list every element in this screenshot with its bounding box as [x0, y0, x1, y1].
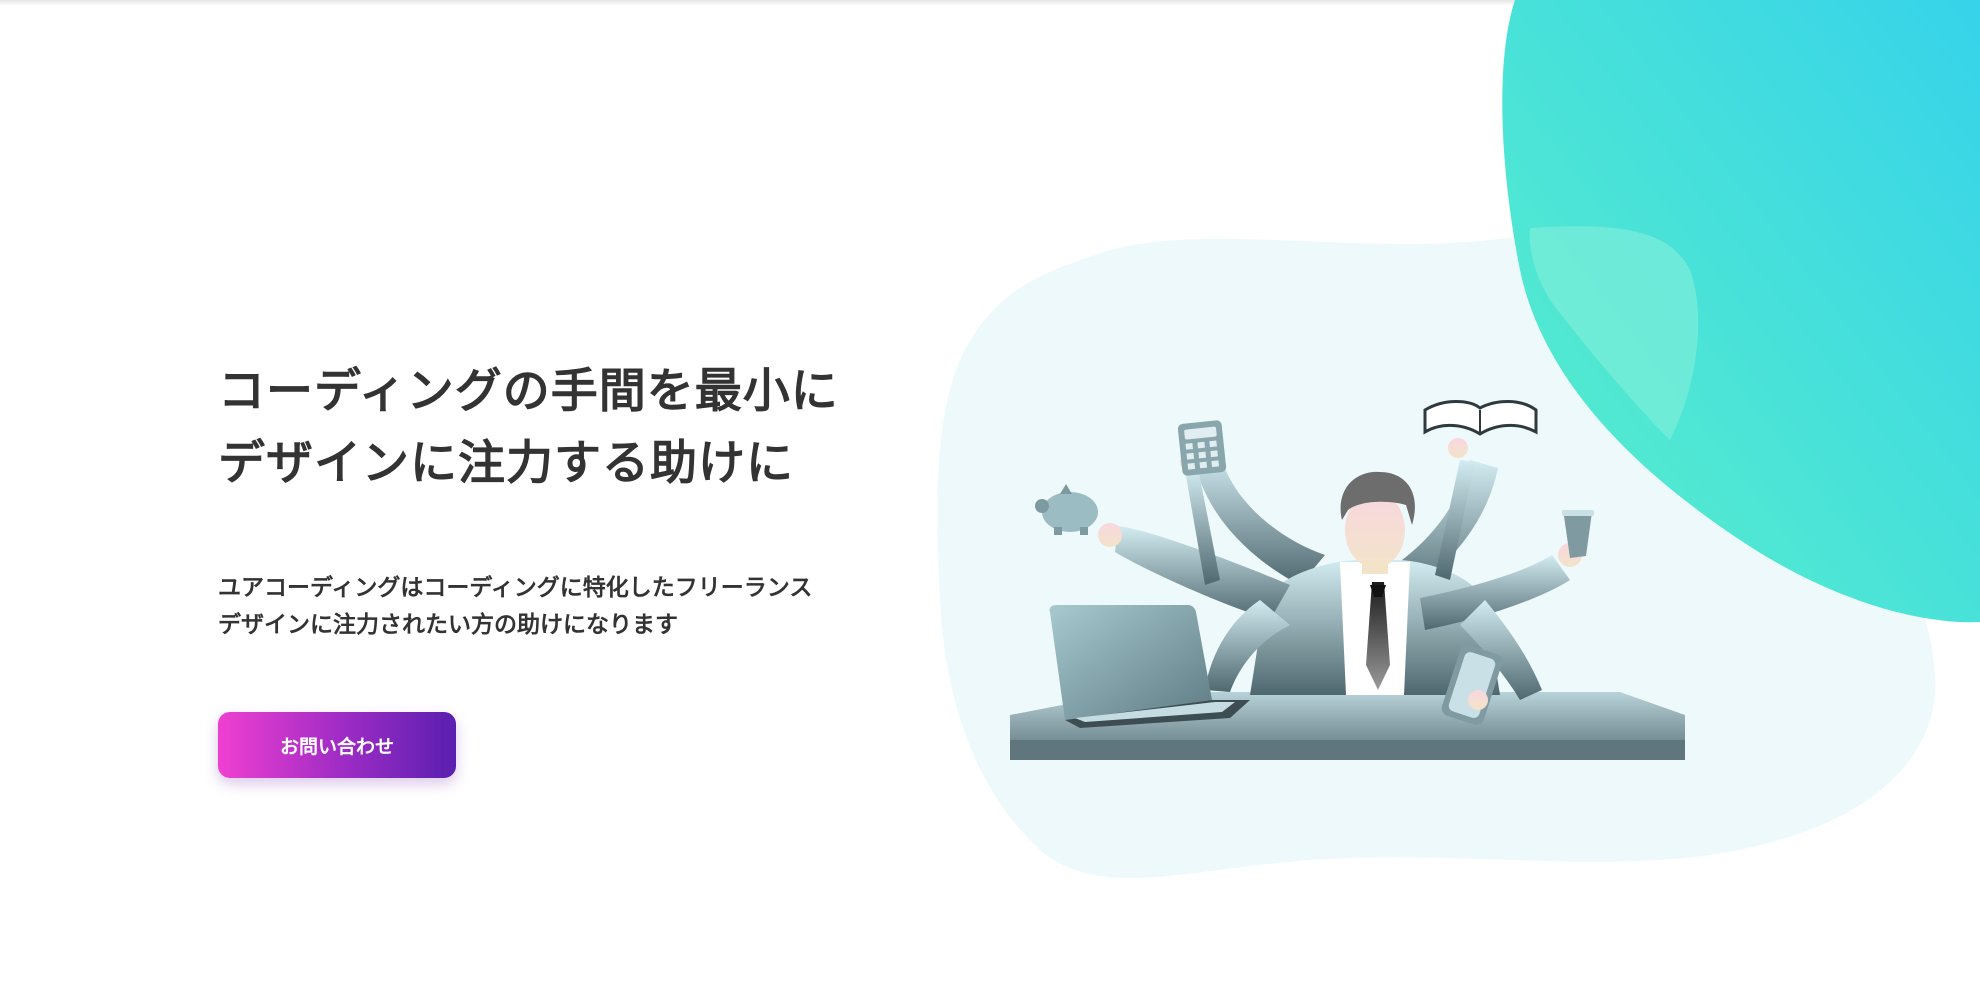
hero-illustration: [937, 0, 1980, 879]
hero-text-section: コーディングの手間を最小に デザインに注力する助けに ユアコーディングはコーディ…: [218, 356, 898, 778]
headline-line-1: コーディングの手間を最小に: [218, 364, 839, 419]
landing-page: コーディングの手間を最小に デザインに注力する助けに ユアコーディングはコーディ…: [0, 0, 1980, 990]
hero-headline: コーディングの手間を最小に デザインに注力する助けに: [218, 356, 898, 500]
headline-line-2: デザインに注力する助けに: [218, 436, 794, 491]
lead-line-2: デザインに注力されたい方の助けになります: [218, 612, 678, 638]
calculator-icon: [1177, 420, 1227, 476]
hero-lead: ユアコーディングはコーディングに特化したフリーランス デザインに注力されたい方の…: [218, 570, 898, 644]
lead-line-1: ユアコーディングはコーディングに特化したフリーランス: [218, 575, 813, 601]
contact-button[interactable]: お問い合わせ: [218, 712, 456, 778]
